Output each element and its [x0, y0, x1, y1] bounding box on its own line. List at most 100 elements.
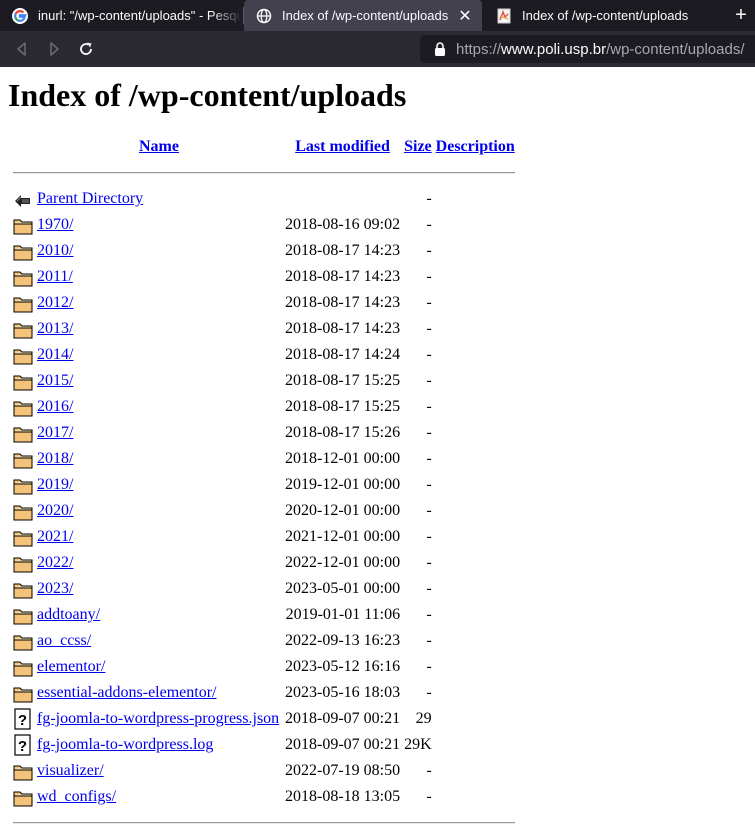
entry-link[interactable]: addtoany/	[37, 606, 100, 623]
header-size: Size	[403, 135, 433, 159]
tab-title: Index of /wp-content/uploads	[282, 8, 449, 23]
last-modified-cell	[284, 187, 401, 211]
name-cell: Parent Directory	[36, 187, 282, 211]
forward-button[interactable]	[42, 37, 66, 61]
last-modified-cell: 2018-08-17 15:26	[285, 424, 401, 441]
description-cell	[435, 577, 516, 601]
folder-icon	[12, 525, 34, 549]
entry-link[interactable]: 2012/	[37, 294, 73, 311]
entry-link[interactable]: essential-addons-elementor/	[37, 684, 217, 701]
description-cell	[435, 291, 516, 315]
name-cell: 2018/	[36, 447, 282, 471]
last-modified-cell: 2022-12-01 00:00	[285, 554, 401, 571]
last-modified-cell: 2021-12-01 00:00	[285, 528, 401, 545]
entry-link[interactable]: 2014/	[37, 346, 73, 363]
sort-by-modified-link[interactable]: Last modified	[295, 138, 390, 155]
folder-icon	[12, 291, 34, 315]
new-tab-button[interactable]: +	[727, 0, 755, 31]
table-row: 2015/2018-08-17 15:25 -	[12, 369, 516, 393]
folder-icon	[12, 681, 34, 705]
last-modified-cell: 2023-05-12 16:16	[285, 658, 401, 675]
description-cell	[435, 785, 516, 809]
tab-bar: inurl: "/wp-content/uploads" - Pesquisa …	[0, 0, 755, 31]
close-tab-icon[interactable]: ✕	[456, 7, 474, 25]
folder-icon	[12, 421, 34, 445]
tab-title: inurl: "/wp-content/uploads" - Pesquisa …	[38, 8, 242, 23]
entry-link[interactable]: 2018/	[37, 450, 73, 467]
entry-link[interactable]: 2019/	[37, 476, 73, 493]
sort-by-size-link[interactable]: Size	[404, 138, 432, 155]
size-cell: -	[426, 320, 432, 337]
globe-icon	[256, 8, 272, 24]
entry-link[interactable]: 2011/	[37, 268, 73, 285]
folder-icon	[12, 395, 34, 419]
entry-link[interactable]: 2016/	[37, 398, 73, 415]
name-cell: 2015/	[36, 369, 282, 393]
nav-toolbar: https://www.poli.usp.br/wp-content/uploa…	[0, 31, 755, 67]
size-cell: -	[426, 580, 432, 597]
tab-index-other[interactable]: Index of /wp-content/uploads	[484, 0, 724, 31]
sort-by-description-link[interactable]: Description	[436, 138, 515, 155]
entry-link[interactable]: 2015/	[37, 372, 73, 389]
description-cell	[435, 447, 516, 471]
folder-icon	[12, 265, 34, 289]
listing-body: Parent Directory -1970/2018-08-16 09:02-2…	[12, 187, 516, 809]
name-cell: wd_configs/	[36, 785, 282, 809]
size-cell: -	[426, 242, 432, 259]
file-listing-table: Name Last modified Size Description Pare…	[10, 133, 518, 837]
table-row: 2012/2018-08-17 14:23 -	[12, 291, 516, 315]
url-bar[interactable]: https://www.poli.usp.br/wp-content/uploa…	[420, 35, 755, 63]
name-cell: fg-joomla-to-wordpress.log	[36, 733, 282, 757]
description-cell	[435, 187, 516, 211]
entry-link[interactable]: 2017/	[37, 424, 73, 441]
size-cell: -	[426, 528, 432, 545]
entry-link[interactable]: 2021/	[37, 528, 73, 545]
description-cell	[435, 343, 516, 367]
google-icon	[12, 7, 28, 24]
entry-link[interactable]: elementor/	[37, 658, 105, 675]
tab-index-active[interactable]: Index of /wp-content/uploads ✕	[244, 0, 482, 31]
entry-link[interactable]: fg-joomla-to-wordpress.log	[37, 736, 213, 753]
header-description: Description	[435, 135, 516, 159]
table-row: 2020/2020-12-01 00:00 -	[12, 499, 516, 523]
entry-link[interactable]: wd_configs/	[37, 788, 116, 805]
last-modified-cell: 2018-09-07 00:21	[285, 710, 401, 727]
entry-link[interactable]: 2013/	[37, 320, 73, 337]
header-name: Name	[36, 135, 282, 159]
entry-link[interactable]: fg-joomla-to-wordpress-progress.json	[37, 710, 279, 727]
back-button[interactable]	[10, 37, 34, 61]
size-cell: -	[426, 190, 432, 207]
size-cell: -	[426, 294, 432, 311]
entry-link[interactable]: visualizer/	[37, 762, 104, 779]
reload-icon	[80, 42, 92, 55]
table-row: elementor/2023-05-12 16:16 -	[12, 655, 516, 679]
folder-icon	[12, 551, 34, 575]
table-row: 2011/2018-08-17 14:23 -	[12, 265, 516, 289]
folder-icon	[12, 759, 34, 783]
folder-icon	[12, 655, 34, 679]
entry-link[interactable]: 2023/	[37, 580, 73, 597]
description-cell	[435, 499, 516, 523]
size-cell: -	[426, 450, 432, 467]
size-cell: -	[426, 658, 432, 675]
sort-by-name-link[interactable]: Name	[139, 138, 179, 155]
folder-icon	[12, 603, 34, 627]
size-cell: -	[426, 788, 432, 805]
tab-google-search[interactable]: inurl: "/wp-content/uploads" - Pesquisa …	[0, 0, 242, 31]
description-cell	[435, 213, 516, 237]
last-modified-cell: 2018-08-17 14:23	[285, 242, 401, 259]
entry-link[interactable]: 2022/	[37, 554, 73, 571]
page-title: Index of /wp-content/uploads	[8, 77, 407, 113]
entry-link[interactable]: 1970/	[37, 216, 73, 233]
reload-button[interactable]	[74, 37, 98, 61]
description-cell	[435, 239, 516, 263]
entry-link[interactable]: 2020/	[37, 502, 73, 519]
header-last-modified: Last modified	[284, 135, 401, 159]
parent-directory-link[interactable]: Parent Directory	[37, 190, 143, 207]
last-modified-cell: 2019-12-01 00:00	[285, 476, 401, 493]
size-cell: -	[426, 346, 432, 363]
entry-link[interactable]: 2010/	[37, 242, 73, 259]
entry-link[interactable]: ao_ccss/	[37, 632, 91, 649]
name-cell: 2011/	[36, 265, 282, 289]
footer-divider-row	[12, 811, 516, 835]
